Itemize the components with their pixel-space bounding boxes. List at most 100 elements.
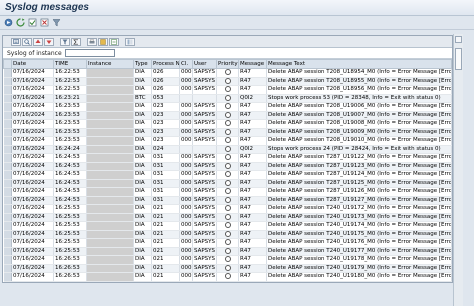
- cell-time: 16:25:53: [53, 247, 87, 256]
- deselect-all-icon[interactable]: [40, 18, 49, 27]
- filter-icon[interactable]: [52, 18, 61, 27]
- table-row[interactable]: 07/16/2024 16:23:21 BTC 053 Q0I2 Stops work p…: [3, 94, 452, 103]
- priority-radio-icon: [224, 222, 231, 228]
- table-row[interactable]: 07/16/2024 16:24:53 DIA 031 000 SAPSYS R47 Dele…: [3, 170, 452, 180]
- vertical-scrollbar[interactable]: [453, 34, 463, 306]
- row-selector[interactable]: [3, 170, 12, 180]
- table-row[interactable]: 07/16/2024 16:24:53 DIA 031 000 SAPSYS R47 Dele…: [3, 187, 452, 197]
- row-selector[interactable]: [3, 187, 12, 197]
- table-row[interactable]: 07/16/2024 16:25:53 DIA 021 000 SAPSYS R47 Dele…: [3, 213, 452, 222]
- priority-radio-icon: [224, 69, 231, 75]
- details-icon[interactable]: [11, 37, 21, 46]
- table-row[interactable]: 07/16/2024 16:22:53 DIA 026 000 SAPSYS R47 Dele…: [3, 77, 452, 86]
- row-selector[interactable]: [3, 111, 12, 120]
- row-selector[interactable]: [3, 128, 12, 137]
- column-header-message-text[interactable]: Message Text: [266, 59, 452, 69]
- table-row[interactable]: 07/16/2024 16:25:53 DIA 021 000 SAPSYS R47 Dele…: [3, 247, 452, 256]
- print-icon[interactable]: [87, 37, 97, 46]
- export-icon[interactable]: [109, 37, 119, 46]
- row-selector[interactable]: [3, 77, 12, 86]
- table-row[interactable]: 07/16/2024 16:23:53 DIA 023 000 SAPSYS R47 Dele…: [3, 128, 452, 137]
- row-selector[interactable]: [3, 213, 12, 222]
- row-selector[interactable]: [3, 196, 12, 205]
- sort-descending-icon[interactable]: [44, 37, 54, 46]
- table-row[interactable]: 07/16/2024 16:22:53 DIA 026 000 SAPSYS R47 Dele…: [3, 85, 452, 95]
- row-selector[interactable]: [3, 153, 12, 163]
- sort-ascending-icon[interactable]: [33, 37, 43, 46]
- scroll-up-button[interactable]: [455, 36, 462, 43]
- column-header-time[interactable]: TIME: [53, 59, 87, 69]
- cell-instance: [86, 179, 134, 188]
- row-selector[interactable]: [3, 94, 12, 103]
- row-selector[interactable]: [3, 85, 12, 95]
- column-header-type[interactable]: Type: [133, 59, 152, 69]
- row-selector[interactable]: [3, 119, 12, 129]
- table-row[interactable]: 07/16/2024 16:25:53 DIA 021 000 SAPSYS R47 Dele…: [3, 230, 452, 239]
- execute-icon[interactable]: [4, 18, 13, 27]
- row-selector[interactable]: [3, 145, 12, 154]
- row-selector[interactable]: [3, 179, 12, 188]
- table-row[interactable]: 07/16/2024 16:26:53 DIA 021 000 SAPSYS R47 Dele…: [3, 264, 452, 273]
- row-selector[interactable]: [3, 272, 12, 282]
- row-selector[interactable]: [3, 264, 12, 273]
- sum-icon[interactable]: [71, 37, 81, 46]
- table-row[interactable]: 07/16/2024 16:26:53 DIA 021 000 SAPSYS R47 Dele…: [3, 272, 452, 282]
- cell-process-no: 023: [151, 119, 180, 129]
- table-row[interactable]: 07/16/2024 16:23:53 DIA 023 000 SAPSYS R47 Dele…: [3, 111, 452, 120]
- table-row[interactable]: 07/16/2024 16:23:53 DIA 023 000 SAPSYS R47 Dele…: [3, 119, 452, 129]
- find-icon[interactable]: [22, 37, 32, 46]
- row-selector[interactable]: [3, 230, 12, 239]
- row-selector[interactable]: [3, 204, 12, 214]
- table-row[interactable]: 07/16/2024 16:26:53 DIA 021 000 SAPSYS R47 Dele…: [3, 255, 452, 265]
- table-row[interactable]: 07/16/2024 16:24:53 DIA 031 000 SAPSYS R47 Dele…: [3, 179, 452, 188]
- cell-message-text: Delete ABAP session T240_U19179_M0 (Info…: [266, 264, 452, 273]
- table-row[interactable]: 07/16/2024 16:23:53 DIA 023 000 SAPSYS R47 Dele…: [3, 102, 452, 112]
- cell-priority: [216, 128, 239, 137]
- row-selector[interactable]: [3, 255, 12, 265]
- set-filter-icon[interactable]: [60, 37, 70, 46]
- column-header-instance[interactable]: Instance: [86, 59, 134, 69]
- table-row[interactable]: 07/16/2024 16:24:24 DIA 024 Q0I2 Stops work p…: [3, 145, 452, 154]
- scroll-thumb[interactable]: [455, 48, 462, 70]
- column-header-user[interactable]: User: [192, 59, 217, 69]
- cell-type: DIA: [133, 128, 152, 137]
- refresh-icon[interactable]: [16, 18, 25, 27]
- layout-icon[interactable]: [125, 37, 135, 46]
- table-row[interactable]: 07/16/2024 16:24:53 DIA 031 000 SAPSYS R47 Dele…: [3, 162, 452, 171]
- priority-radio-icon: [224, 230, 231, 237]
- table-row[interactable]: 07/16/2024 16:22:53 DIA 026 000 SAPSYS R47 Dele…: [3, 68, 452, 78]
- cell-priority: [216, 170, 239, 180]
- cell-message-id: R47: [238, 213, 267, 222]
- cell-message-id: R47: [238, 196, 267, 205]
- table-row[interactable]: 07/16/2024 16:25:53 DIA 021 000 SAPSYS R47 Dele…: [3, 204, 452, 214]
- cell-priority: [216, 77, 239, 86]
- table-row[interactable]: 07/16/2024 16:24:53 DIA 031 000 SAPSYS R47 Dele…: [3, 196, 452, 205]
- row-selector[interactable]: [3, 221, 12, 231]
- column-header-date[interactable]: Date: [11, 59, 54, 69]
- table-row[interactable]: 07/16/2024 16:25:53 DIA 021 000 SAPSYS R47 Dele…: [3, 238, 452, 248]
- cell-type: DIA: [133, 170, 152, 180]
- table-row[interactable]: 07/16/2024 16:25:53 DIA 021 000 SAPSYS R47 Dele…: [3, 221, 452, 231]
- row-selector[interactable]: [3, 162, 12, 171]
- cell-message-id: R47: [238, 264, 267, 273]
- cell-message-id: R47: [238, 179, 267, 188]
- column-header-process-no[interactable]: Process No: [151, 59, 180, 69]
- select-all-header[interactable]: [3, 59, 12, 69]
- row-selector[interactable]: [3, 136, 12, 146]
- view-icon[interactable]: [98, 37, 108, 46]
- syslog-table: Date TIME Instance Type Process No Cl. U…: [3, 59, 452, 282]
- cell-user: SAPSYS: [192, 204, 217, 214]
- cell-instance: [86, 111, 134, 120]
- row-selector[interactable]: [3, 238, 12, 248]
- row-selector[interactable]: [3, 247, 12, 256]
- select-all-icon[interactable]: [28, 18, 37, 27]
- priority-radio-icon: [224, 162, 231, 169]
- column-header-priority[interactable]: Priority: [216, 59, 239, 69]
- column-header-client[interactable]: Cl.: [179, 59, 193, 69]
- table-header-row: Date TIME Instance Type Process No Cl. U…: [3, 59, 452, 69]
- row-selector[interactable]: [3, 68, 12, 78]
- table-row[interactable]: 07/16/2024 16:24:53 DIA 031 000 SAPSYS R47 Dele…: [3, 153, 452, 163]
- table-row[interactable]: 07/16/2024 16:23:53 DIA 023 000 SAPSYS R47 Dele…: [3, 136, 452, 146]
- row-selector[interactable]: [3, 102, 12, 112]
- column-header-message-id[interactable]: Message ID: [238, 59, 267, 69]
